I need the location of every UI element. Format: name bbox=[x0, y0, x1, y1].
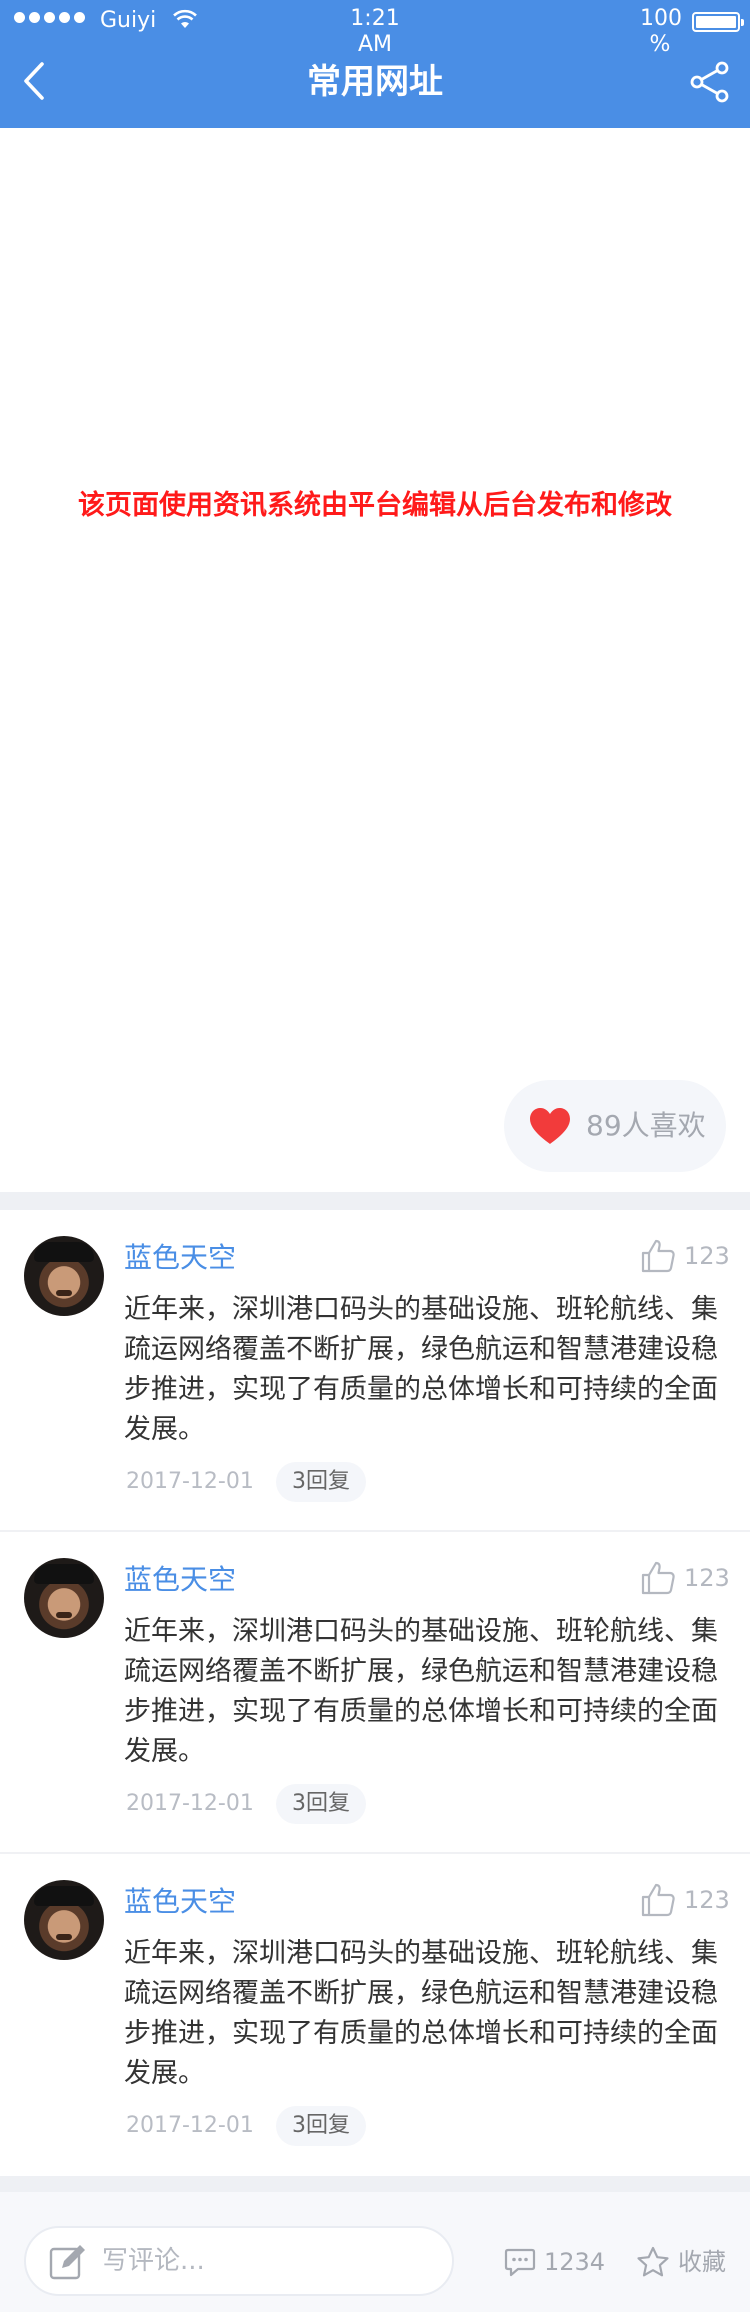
avatar[interactable] bbox=[24, 1880, 104, 1960]
chevron-left-icon bbox=[24, 62, 44, 100]
heart-icon bbox=[530, 1108, 570, 1144]
carrier-name: Guiyi bbox=[100, 8, 157, 33]
battery-percent: 100 % bbox=[640, 6, 682, 58]
back-button[interactable] bbox=[14, 56, 54, 106]
comment-date: 2017-12-01 bbox=[126, 1469, 254, 1494]
reply-count-button[interactable]: 3回复 bbox=[276, 1462, 366, 1502]
comment-text: 近年来，深圳港口码头的基础设施、班轮航线、集疏运网络覆盖不断扩展，绿色航运和智慧… bbox=[124, 1616, 718, 1767]
star-icon bbox=[637, 2246, 669, 2277]
page-title: 常用网址 bbox=[307, 62, 443, 102]
comments-button[interactable]: 1234 bbox=[504, 2242, 605, 2282]
comment-input-placeholder: 写评论... bbox=[102, 2246, 205, 2276]
battery-percent-sign: % bbox=[649, 32, 671, 57]
comment-input[interactable]: 写评论... bbox=[24, 2226, 454, 2296]
reply-count-button[interactable]: 3回复 bbox=[276, 1784, 366, 1824]
reply-count-button[interactable]: 3回复 bbox=[276, 2106, 366, 2146]
comment-like-count: 123 bbox=[684, 1564, 730, 1592]
signal-strength-icon bbox=[14, 12, 85, 23]
wifi-icon bbox=[173, 9, 197, 28]
comment-like-button[interactable]: 123 bbox=[640, 1558, 730, 1598]
comment-date: 2017-12-01 bbox=[126, 1791, 254, 1816]
battery-icon bbox=[692, 12, 744, 32]
comment-author[interactable]: 蓝色天空 bbox=[124, 1238, 236, 1278]
favorite-label: 收藏 bbox=[678, 2248, 726, 2276]
comment-author[interactable]: 蓝色天空 bbox=[124, 1560, 236, 1600]
comment-like-count: 123 bbox=[684, 1886, 730, 1914]
comment-date: 2017-12-01 bbox=[126, 2113, 254, 2138]
avatar[interactable] bbox=[24, 1236, 104, 1316]
comment-item: 蓝色天空 123 近年来，深圳港口码头的基础设施、班轮航线、集疏运网络覆盖不断扩… bbox=[0, 1854, 750, 2176]
thumbs-up-icon bbox=[641, 1239, 675, 1273]
share-button[interactable] bbox=[688, 60, 732, 104]
favorite-button[interactable]: 收藏 bbox=[636, 2242, 726, 2282]
clock: 1:21 AM bbox=[330, 6, 420, 58]
comment-text: 近年来，深圳港口码头的基础设施、班轮航线、集疏运网络覆盖不断扩展，绿色航运和智慧… bbox=[124, 1294, 718, 1445]
bottom-action-bar: 写评论... 1234 收藏 bbox=[0, 2192, 750, 2312]
comment-like-count: 123 bbox=[684, 1242, 730, 1270]
like-button[interactable]: 89人喜欢 bbox=[504, 1080, 726, 1172]
comment-item: 蓝色天空 123 近年来，深圳港口码头的基础设施、班轮航线、集疏运网络覆盖不断扩… bbox=[0, 1532, 750, 1854]
app-header: Guiyi 1:21 AM 100 % 常用网址 bbox=[0, 0, 750, 128]
bottom-divider bbox=[0, 2176, 750, 2192]
comment-like-button[interactable]: 123 bbox=[640, 1880, 730, 1920]
clock-ampm: AM bbox=[357, 32, 393, 57]
comment-item: 蓝色天空 123 近年来，深圳港口码头的基础设施、班轮航线、集疏运网络覆盖不断扩… bbox=[0, 1210, 750, 1532]
pencil-icon bbox=[49, 2245, 85, 2280]
section-divider bbox=[0, 1192, 750, 1210]
like-count: 89人喜欢 bbox=[586, 1109, 706, 1142]
comment-bubble-icon bbox=[504, 2248, 536, 2277]
status-bar: Guiyi 1:21 AM 100 % bbox=[0, 0, 750, 57]
comment-like-button[interactable]: 123 bbox=[640, 1236, 730, 1276]
battery-percent-value: 100 bbox=[640, 6, 682, 31]
article-notice: 该页面使用资讯系统由平台编辑从后台发布和修改 bbox=[78, 490, 672, 521]
thumbs-up-icon bbox=[641, 1561, 675, 1595]
share-icon bbox=[690, 61, 729, 103]
page: Guiyi 1:21 AM 100 % 常用网址 该页面使用资讯系统由平台编辑从… bbox=[0, 0, 750, 2312]
avatar[interactable] bbox=[24, 1558, 104, 1638]
thumbs-up-icon bbox=[641, 1883, 675, 1917]
comment-author[interactable]: 蓝色天空 bbox=[124, 1882, 236, 1922]
clock-time: 1:21 bbox=[350, 6, 400, 31]
comment-text: 近年来，深圳港口码头的基础设施、班轮航线、集疏运网络覆盖不断扩展，绿色航运和智慧… bbox=[124, 1938, 718, 2089]
comments-count: 1234 bbox=[544, 2248, 606, 2276]
